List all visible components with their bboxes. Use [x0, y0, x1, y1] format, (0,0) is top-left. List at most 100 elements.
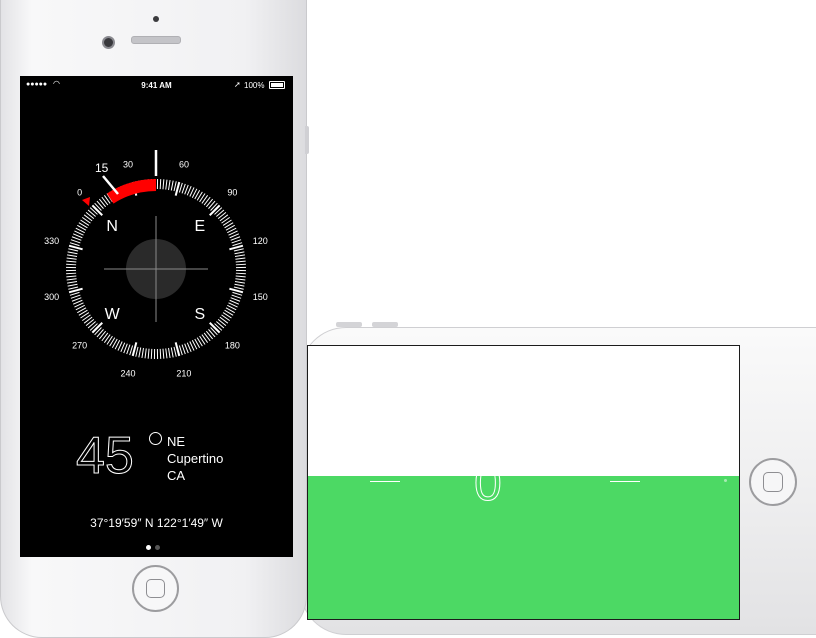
page-dot[interactable] — [155, 545, 160, 550]
compass-tick — [138, 347, 142, 358]
location-state: CA — [167, 468, 186, 483]
degree-label: 60 — [179, 160, 189, 170]
compass-tick — [144, 348, 147, 359]
compass-tick — [230, 236, 241, 241]
compass-tick — [135, 346, 139, 357]
earpiece — [131, 36, 181, 44]
degree-label: 150 — [253, 292, 268, 302]
degree-label: 210 — [176, 368, 191, 378]
compass-tick — [230, 297, 241, 302]
compass-tick — [178, 345, 183, 356]
compass-tick — [141, 347, 144, 358]
home-button[interactable] — [132, 565, 179, 612]
heading-degree-symbol — [149, 432, 162, 445]
compass-tick — [70, 294, 81, 299]
compass-tick — [178, 182, 183, 193]
degree-label: 300 — [44, 292, 59, 302]
compass-tick — [235, 272, 246, 275]
compass-tick — [66, 263, 77, 266]
level-screen: 0 — [307, 345, 740, 620]
degree-label: 0 — [77, 188, 82, 198]
degree-label: 240 — [121, 368, 136, 378]
compass-tick — [129, 345, 134, 356]
compass-tick — [162, 179, 165, 190]
compass-tick — [173, 181, 177, 192]
compass-tick — [67, 281, 78, 284]
cardinal-n: N — [106, 218, 118, 235]
compass-tick — [131, 342, 138, 357]
compass-tick — [68, 286, 79, 290]
compass-tick — [168, 347, 171, 358]
coordinates: 37°19′59″ N 122°1′49″ W — [90, 516, 223, 530]
compass-tick — [234, 251, 245, 255]
compass-tick — [184, 184, 189, 195]
compass-tick — [174, 342, 181, 357]
level-tick-right — [610, 481, 640, 482]
bearing-marker-label: 15 — [95, 161, 109, 175]
compass-screen: ●●●●● ◠ 9:41 AM ➚ 100% 0 30 60 90 120 150 180 2… — [20, 76, 293, 557]
compass-tick — [235, 260, 246, 263]
compass-tick — [68, 287, 83, 294]
home-button[interactable] — [749, 458, 797, 506]
compass-tick — [181, 344, 186, 355]
front-camera — [102, 36, 115, 49]
cardinal-e: E — [195, 218, 206, 235]
proximity-sensor — [153, 16, 159, 22]
compass-tick — [69, 291, 80, 296]
compass-tick — [67, 254, 78, 257]
compass-tick — [234, 254, 245, 257]
page-dot-active[interactable] — [146, 545, 151, 550]
phone-portrait: ●●●●● ◠ 9:41 AM ➚ 100% 0 30 60 90 120 150 180 2… — [0, 0, 307, 638]
compass-tick — [181, 183, 186, 194]
compass-tick — [184, 343, 189, 354]
compass-tick — [70, 239, 81, 244]
compass-tick — [235, 278, 246, 281]
compass-tick — [68, 248, 79, 252]
compass-tick — [66, 278, 77, 281]
compass-tick — [233, 248, 244, 252]
compass-tick — [231, 239, 242, 244]
compass-tick — [66, 257, 77, 260]
cardinal-s: S — [195, 306, 206, 323]
level-page-dots[interactable] — [724, 470, 727, 488]
compass-tick — [234, 283, 245, 287]
compass-tick — [71, 236, 82, 241]
compass-tick — [159, 179, 162, 190]
heading-degrees: 45 — [76, 427, 135, 486]
bearing-needle — [102, 175, 119, 195]
compass-tick — [229, 287, 244, 294]
compass-tick — [165, 179, 168, 190]
compass-tick — [126, 344, 131, 355]
compass-tick — [67, 283, 78, 287]
compass-tick — [123, 343, 128, 354]
compass-tick — [231, 294, 242, 299]
compass-tick — [67, 251, 78, 255]
heading-direction: NE — [167, 434, 186, 449]
location-city: Cupertino — [167, 451, 224, 466]
level-tick-left — [370, 481, 400, 482]
compass-tick — [66, 272, 77, 275]
level-degree-symbol — [522, 459, 532, 469]
degree-label: 120 — [253, 236, 268, 246]
compass-tick — [174, 181, 181, 196]
compass-tick — [170, 180, 174, 191]
compass-tick — [68, 244, 83, 251]
page-indicator[interactable] — [146, 537, 164, 555]
compass-tick — [233, 286, 244, 290]
north-marker-icon — [82, 197, 90, 206]
compass-tick — [150, 348, 153, 359]
compass-tick — [173, 346, 177, 357]
volume-button — [372, 322, 398, 327]
side-button — [305, 126, 309, 154]
compass-tick — [71, 297, 82, 302]
compass-tick — [232, 242, 243, 247]
degree-label: 180 — [225, 340, 240, 350]
compass-tick — [165, 348, 168, 359]
compass-tick — [234, 281, 245, 284]
compass-dial[interactable]: 030 6090120150180210240270300330 N ESW 15 — [20, 76, 293, 456]
cardinal-w: W — [105, 306, 121, 323]
compass-tick — [235, 275, 246, 278]
compass-tick — [159, 348, 162, 359]
compass-tick — [69, 242, 80, 247]
compass-tick — [232, 291, 243, 296]
